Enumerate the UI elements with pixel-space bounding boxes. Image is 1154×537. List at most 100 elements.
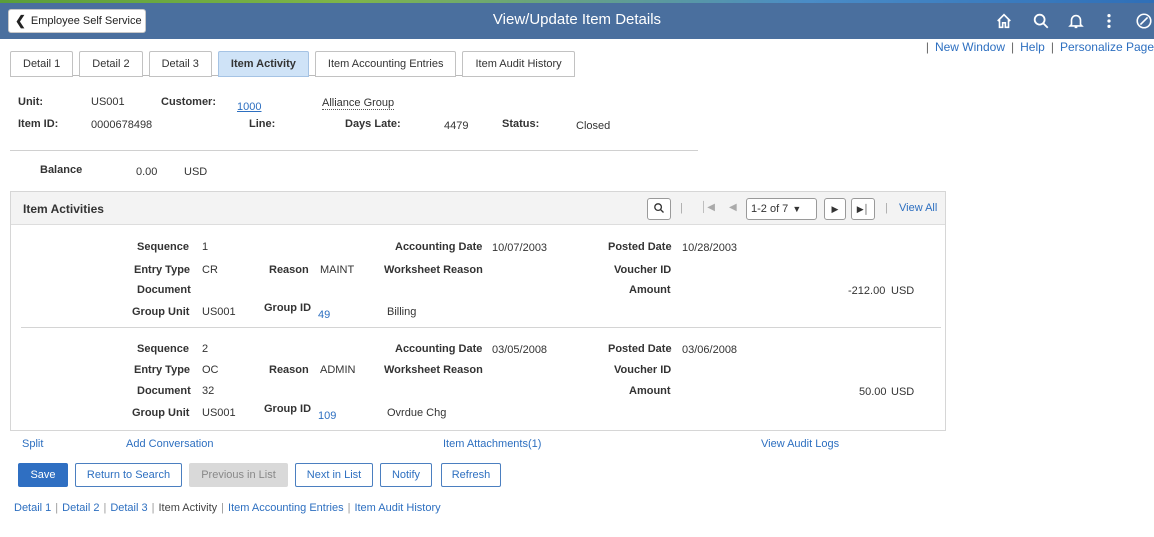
document-value: 32	[202, 385, 215, 397]
customer-id-link[interactable]: 1000	[237, 101, 261, 113]
accounting-date-label: Accounting Date	[395, 343, 483, 355]
tab-detail-3[interactable]: Detail 3	[148, 51, 212, 77]
entry-type-label: Entry Type	[134, 364, 191, 376]
group-unit-label: Group Unit	[132, 306, 190, 318]
link-separator: |	[1050, 40, 1054, 54]
accounting-date-label: Accounting Date	[395, 241, 483, 253]
next-in-list-button[interactable]: Next in List	[295, 463, 373, 487]
days-late-value: 4479	[444, 120, 469, 132]
split-link[interactable]: Split	[22, 438, 43, 450]
reason-value: MAINT	[320, 264, 355, 276]
group-type-value: Billing	[387, 306, 417, 318]
view-all-link[interactable]: View All	[899, 202, 937, 214]
link-separator: |	[151, 502, 155, 514]
pagination-value: 1-2 of 7	[751, 203, 789, 215]
amount-value: -212.00	[848, 285, 886, 297]
grid-separator: |	[680, 202, 683, 214]
link-separator: |	[55, 502, 59, 514]
posted-date-value: 10/28/2003	[682, 242, 738, 254]
save-button[interactable]: Save	[18, 463, 68, 487]
unit-value: US001	[91, 96, 125, 108]
notify-button[interactable]: Notify	[380, 463, 432, 487]
footer-link-item-accounting-entries[interactable]: Item Accounting Entries	[228, 502, 344, 514]
amount-currency: USD	[891, 285, 915, 297]
amount-label: Amount	[629, 284, 671, 296]
page-title: View/Update Item Details	[492, 11, 662, 28]
entry-type-value: CR	[202, 264, 218, 276]
customer-label: Customer:	[161, 96, 217, 108]
return-to-search-button[interactable]: Return to Search	[75, 463, 182, 487]
link-separator: |	[103, 502, 107, 514]
home-icon[interactable]	[993, 10, 1015, 32]
posted-date-label: Posted Date	[608, 343, 672, 355]
tab-detail-2[interactable]: Detail 2	[79, 51, 143, 77]
link-separator: |	[347, 502, 351, 514]
tab-detail-1[interactable]: Detail 1	[10, 51, 74, 77]
notification-icon[interactable]	[1065, 10, 1087, 32]
sequence-value: 2	[202, 343, 209, 355]
item-attachments-link[interactable]: Item Attachments(1)	[443, 438, 541, 450]
status-value: Closed	[576, 120, 611, 132]
actions-menu-icon[interactable]	[1098, 10, 1120, 32]
search-icon[interactable]	[1030, 10, 1052, 32]
grid-separator: |	[885, 202, 888, 214]
sequence-value: 1	[202, 241, 209, 253]
group-unit-value: US001	[202, 306, 236, 318]
days-late-label: Days Late:	[345, 118, 401, 130]
tab-item-activity[interactable]: Item Activity	[217, 51, 309, 77]
tab-bar: Detail 1 Detail 2 Detail 3 Item Activity…	[10, 51, 581, 77]
previous-page-icon: ◀	[729, 202, 737, 213]
worksheet-reason-label: Worksheet Reason	[384, 264, 483, 276]
add-conversation-link[interactable]: Add Conversation	[126, 438, 213, 450]
footer-link-detail-2[interactable]: Detail 2	[62, 502, 99, 514]
grid-search-button[interactable]	[647, 198, 671, 220]
document-label: Document	[137, 385, 191, 397]
reason-label: Reason	[269, 264, 309, 276]
chevron-down-icon: ▼	[792, 204, 802, 214]
group-id-label: Group ID	[264, 302, 312, 314]
footer-link-detail-1[interactable]: Detail 1	[14, 502, 51, 514]
customer-name: Alliance Group	[322, 97, 395, 110]
footer-current-item-activity: Item Activity	[158, 502, 218, 514]
link-separator: |	[1011, 40, 1015, 54]
item-id-label: Item ID:	[18, 118, 59, 130]
amount-currency: USD	[891, 386, 915, 398]
status-label: Status:	[502, 118, 540, 130]
posted-date-label: Posted Date	[608, 241, 672, 253]
footer-link-detail-3[interactable]: Detail 3	[110, 502, 147, 514]
balance-value: 0.00	[136, 166, 158, 178]
row-divider	[21, 327, 941, 328]
tab-item-accounting-entries[interactable]: Item Accounting Entries	[314, 51, 457, 77]
last-page-icon: ▶│	[856, 203, 870, 214]
next-page-icon: ▶	[831, 203, 839, 214]
previous-in-list-button[interactable]: Previous in List	[189, 463, 288, 487]
section-divider	[10, 150, 698, 151]
page-links: | New Window | Help | Personalize Page	[920, 40, 1154, 54]
help-link[interactable]: Help	[1020, 40, 1045, 54]
grid-header: Item Activities | │◀ ◀ 1-2 of 7 ▼ ▶ ▶│ |…	[11, 192, 945, 225]
item-activities-grid: Item Activities | │◀ ◀ 1-2 of 7 ▼ ▶ ▶│ |…	[10, 191, 946, 431]
refresh-button[interactable]: Refresh	[441, 463, 501, 487]
last-page-button[interactable]: ▶│	[851, 198, 875, 220]
tab-item-audit-history[interactable]: Item Audit History	[462, 51, 575, 77]
navbar-icon[interactable]	[1133, 10, 1154, 32]
pagination-select[interactable]: 1-2 of 7 ▼	[746, 198, 817, 220]
balance-currency: USD	[184, 166, 208, 178]
group-unit-label: Group Unit	[132, 407, 190, 419]
reason-value: ADMIN	[320, 364, 356, 376]
group-id-link[interactable]: 49	[318, 309, 330, 321]
next-page-button[interactable]: ▶	[824, 198, 846, 220]
new-window-link[interactable]: New Window	[935, 40, 1005, 54]
view-audit-logs-link[interactable]: View Audit Logs	[761, 438, 839, 450]
balance-label: Balance	[40, 164, 83, 176]
sequence-label: Sequence	[137, 343, 189, 355]
accounting-date-value: 10/07/2003	[492, 242, 548, 254]
amount-value: 50.00	[859, 386, 887, 398]
group-id-link[interactable]: 109	[318, 410, 336, 422]
personalize-page-link[interactable]: Personalize Page	[1060, 40, 1154, 54]
amount-label: Amount	[629, 385, 671, 397]
search-icon	[653, 202, 665, 217]
footer-tab-links: Detail 1 | Detail 2 | Detail 3 | Item Activity…	[14, 502, 441, 514]
footer-link-item-audit-history[interactable]: Item Audit History	[354, 502, 440, 514]
worksheet-reason-label: Worksheet Reason	[384, 364, 483, 376]
